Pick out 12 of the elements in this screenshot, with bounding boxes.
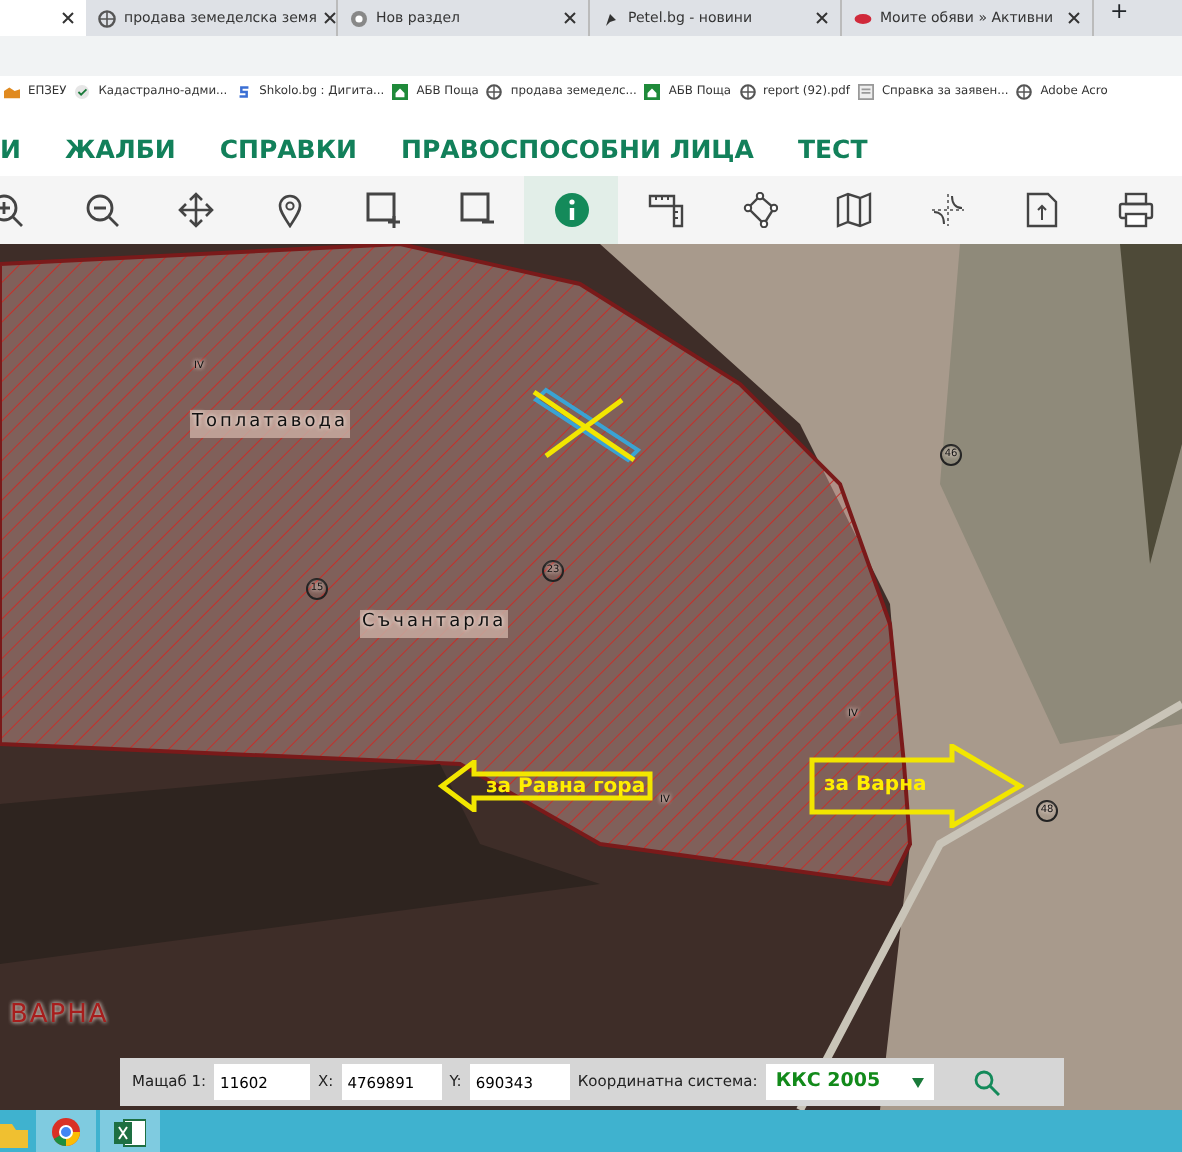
menu-item[interactable]: И	[0, 131, 21, 169]
menu-item[interactable]: ЖАЛБИ	[64, 131, 176, 169]
new-tab-button[interactable]: +	[1110, 0, 1129, 28]
crs-select[interactable]: ККС 2005	[765, 1063, 935, 1101]
menu-item[interactable]: ПРАВОСПОСОБНИ ЛИЦА	[401, 131, 754, 169]
map-label: Съчантарла	[360, 610, 509, 637]
map-label: ВАРНА	[10, 998, 109, 1034]
arrow-label: за Равна гора	[486, 774, 646, 802]
menu-item[interactable]: СПРАВКИ	[219, 131, 358, 169]
arrow-label: за Варна	[824, 772, 927, 800]
map-label: Топлатавода	[190, 410, 350, 437]
menu-item[interactable]: ТЕСТ	[797, 131, 868, 169]
